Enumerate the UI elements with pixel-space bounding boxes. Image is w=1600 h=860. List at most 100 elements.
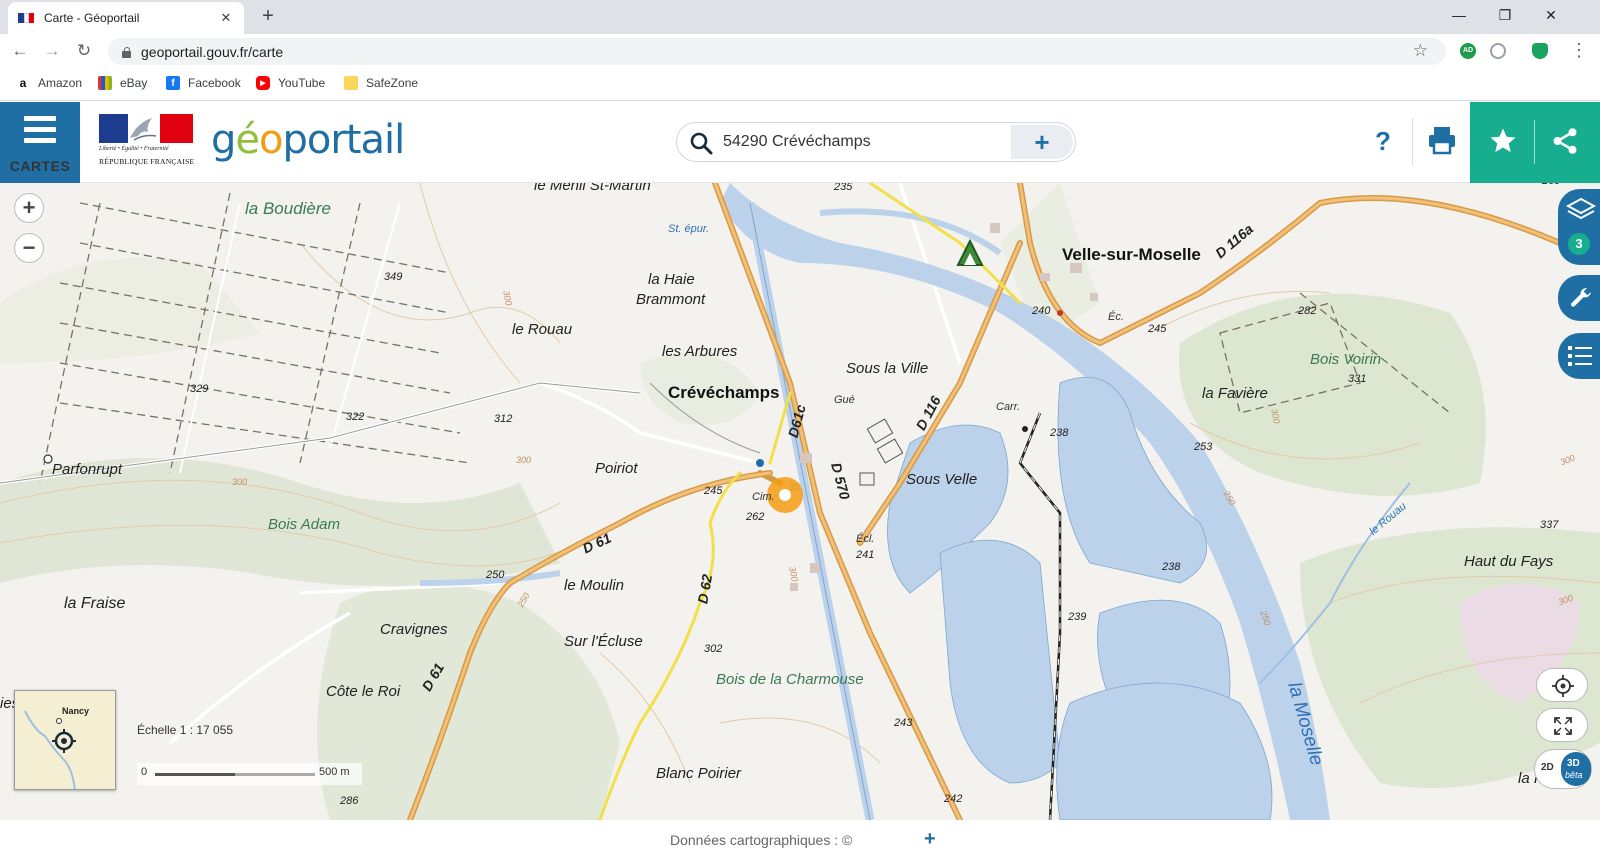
share-icon[interactable] [1550, 126, 1580, 156]
adblock-extension-icon[interactable]: AD [1460, 43, 1476, 59]
help-button[interactable]: ? [1368, 126, 1398, 160]
label-carriere: Carr. [996, 401, 1021, 413]
elev-349: 349 [384, 271, 403, 283]
browser-toolbar: ← → ↻ geoportail.gouv.fr/carte ☆ AD ⋮ [0, 34, 1600, 68]
label-parfonrupt: Parfonrupt [52, 461, 123, 478]
new-tab-icon[interactable]: + [256, 5, 280, 29]
advanced-search-plus-button[interactable]: + [1011, 125, 1073, 159]
search-icon[interactable] [689, 131, 713, 155]
bookmark-amazon[interactable]: a Amazon [16, 76, 82, 90]
bookmark-youtube[interactable]: ▶ YouTube [256, 76, 325, 90]
address-bar[interactable]: geoportail.gouv.fr/carte ☆ [108, 38, 1446, 65]
shield-extension-icon[interactable] [1532, 43, 1548, 59]
geoportail-favicon-icon [18, 11, 34, 25]
window-close-icon[interactable]: ✕ [1528, 0, 1574, 30]
label-crevechamps: Crévéchamps [668, 383, 780, 402]
label-ecluse-small: Écl. [856, 533, 875, 545]
layers-count-badge: 3 [1568, 233, 1590, 255]
bookmark-safezone[interactable]: SafeZone [344, 76, 418, 90]
bookmark-ebay[interactable]: eBay [98, 76, 147, 90]
elev-250: 250 [486, 569, 505, 581]
minimize-icon[interactable]: — [1436, 0, 1482, 30]
label-bois-de-la-charmouse: Bois de la Charmouse [716, 671, 864, 688]
overview-target-icon [52, 729, 76, 753]
zoom-out-button[interactable]: − [14, 233, 44, 263]
elev-241: 241 [856, 549, 875, 561]
tools-button[interactable] [1558, 275, 1600, 321]
elev-235: 235 [834, 183, 853, 193]
label-cravignes: Cravignes [380, 621, 448, 638]
view-2d-label[interactable]: 2D [1541, 762, 1554, 773]
back-icon[interactable]: ← [8, 39, 32, 63]
map-credits[interactable]: Données cartographiques : © [670, 832, 852, 848]
lock-icon [122, 46, 131, 58]
maps-menu-label: CARTES [9, 158, 71, 174]
map-base-layer [0, 183, 1600, 820]
label-fraise: la Fraise [64, 595, 126, 612]
bookmark-facebook[interactable]: f Facebook [166, 76, 241, 90]
elev-337: 337 [1540, 519, 1559, 531]
bookmarks-bar: a Amazon eBay f Facebook ▶ YouTube SafeZ… [0, 68, 1600, 101]
print-icon[interactable] [1427, 124, 1457, 156]
label-boudiere: la Boudière [245, 199, 332, 218]
elev-331: 331 [1348, 373, 1367, 385]
credits-expand-icon[interactable]: + [924, 828, 936, 851]
elev-238-south: 238 [1162, 561, 1181, 573]
drive-extension-icon[interactable] [1490, 43, 1506, 59]
view-2d-3d-toggle[interactable]: 2D 3D bêta [1534, 749, 1592, 789]
label-cote-le-roi: Côte le Roi [326, 683, 401, 700]
restore-icon[interactable]: ❐ [1482, 0, 1528, 30]
overview-minimap[interactable]: Nancy [14, 690, 116, 790]
layers-icon [1566, 197, 1596, 220]
ebay-icon [98, 76, 112, 90]
map-footer: Données cartographiques : © + [0, 820, 1600, 860]
label-rouau: le Rouau [512, 321, 573, 338]
scale-ratio: Échelle 1 : 17 055 [137, 723, 234, 737]
site-header: CARTES Liberté • Égalité • Fraternité RÉ… [0, 102, 1600, 183]
tab-close-icon[interactable]: ✕ [218, 10, 234, 26]
reload-icon[interactable]: ↻ [72, 39, 96, 63]
label-station-epuration: St. épur. [668, 223, 710, 235]
label-velle-sur-moselle: Velle-sur-Moselle [1062, 245, 1201, 264]
geolocate-button[interactable] [1536, 668, 1588, 702]
overview-label-nancy: Nancy [62, 706, 90, 716]
fullscreen-icon [1554, 717, 1572, 735]
label-arbures: les Arbures [662, 343, 738, 360]
legend-button[interactable] [1558, 333, 1600, 379]
geoportail-logo[interactable]: géoportail [211, 116, 405, 164]
fullscreen-button[interactable] [1536, 708, 1588, 742]
label-sur-l-ecluse: Sur l'Écluse [564, 633, 643, 650]
label-brammont: Brammont [636, 291, 706, 308]
label-sous-la-ville: Sous la Ville [846, 360, 929, 377]
republique-francaise-logo[interactable]: Liberté • Égalité • Fraternité RÉPUBLIQU… [99, 114, 194, 170]
browser-menu-icon[interactable]: ⋮ [1570, 40, 1588, 61]
scale-bar: 0 500 m [137, 763, 362, 785]
wrench-icon [1571, 288, 1591, 307]
folder-icon [344, 76, 358, 90]
elev-312: 312 [494, 413, 513, 425]
elev-282: 282 [1298, 305, 1317, 317]
bookmark-star-icon[interactable]: ☆ [1413, 41, 1428, 61]
label-ecole: Éc. [1108, 311, 1124, 323]
label-poiriot: Poiriot [595, 460, 638, 477]
search-input[interactable] [717, 123, 997, 161]
favorites-star-icon[interactable] [1488, 126, 1518, 156]
label-sous-velle: Sous Velle [906, 471, 978, 488]
view-3d-label[interactable]: 3D [1567, 758, 1580, 769]
elev-269: 269 [1542, 183, 1560, 187]
url-text: geoportail.gouv.fr/carte [141, 43, 284, 60]
label-blanc-poirier: Blanc Poirier [656, 765, 742, 782]
maps-menu-button[interactable]: CARTES [0, 102, 80, 183]
label-gue: Gué [834, 394, 855, 406]
layers-button[interactable]: 3 [1558, 189, 1600, 265]
zoom-in-button[interactable]: + [14, 193, 44, 223]
forward-icon[interactable]: → [40, 39, 64, 63]
crosshair-icon [1552, 675, 1574, 697]
elev-245-west: 245 [704, 485, 723, 497]
browser-tab[interactable]: Carte - Géoportail ✕ [8, 2, 244, 34]
tab-title: Carte - Géoportail [44, 11, 140, 25]
map-canvas[interactable]: le Ménil St-Martin la Boudière St. épur.… [0, 183, 1600, 820]
label-bois-voirin: Bois Voirin [1310, 351, 1382, 368]
youtube-icon: ▶ [256, 76, 270, 90]
label-cimetiere: Cim. [752, 491, 775, 503]
